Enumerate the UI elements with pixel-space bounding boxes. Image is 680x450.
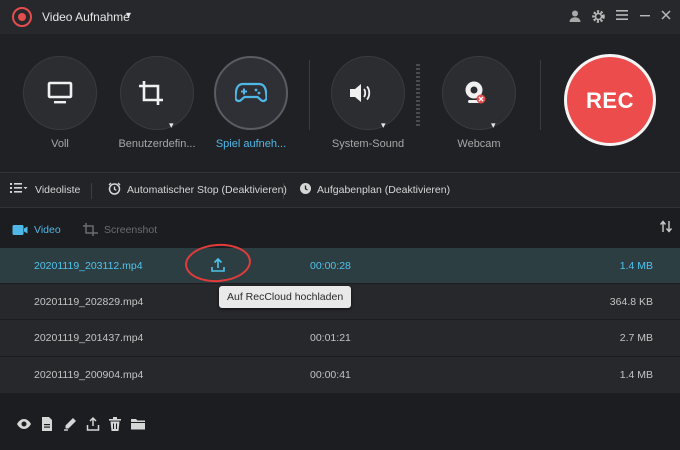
app-logo-icon [12,7,32,27]
mode-custom-button[interactable] [120,56,194,130]
mode-game-button[interactable] [214,56,288,130]
close-icon[interactable] [658,9,674,25]
gamepad-icon [235,82,267,103]
mode-label-custom: Benutzerdefin... [118,138,196,150]
sort-icon[interactable] [659,220,673,236]
app-title[interactable]: Video Aufnahme [42,10,130,24]
system-sound-button[interactable] [331,56,405,130]
folder-icon[interactable] [130,416,146,432]
tab-screenshot[interactable]: Screenshot [104,224,157,236]
toolbar: Videoliste Automatischer Stop (Deaktivie… [0,172,680,208]
system-sound-label: System-Sound [331,138,405,150]
file-duration: 00:00:41 [310,369,351,381]
alarm-clock-icon[interactable] [108,182,121,198]
auto-stop-button[interactable]: Automatischer Stop (Deaktivieren) [127,184,287,196]
list-icon[interactable] [10,182,28,197]
speaker-icon [349,84,370,102]
file-name: 20201119_201437.mp4 [34,332,144,344]
file-size: 1.4 MB [619,369,653,381]
file-name: 20201119_200904.mp4 [34,369,144,381]
divider [309,60,310,130]
divider [540,60,541,130]
divider [283,183,284,199]
rec-button[interactable]: REC [564,54,656,146]
table-row[interactable]: 20201119_201437.mp4 00:01:21 2.7 MB [0,320,680,356]
trash-icon[interactable] [107,416,123,432]
mode-label-game: Spiel aufneh... [215,138,287,150]
crop-options-caret-icon[interactable]: ▾ [169,120,174,131]
mode-label-voll: Voll [51,138,69,150]
table-row[interactable]: 20201119_203112.mp4 00:00:28 1.4 MB [0,248,680,284]
user-icon[interactable] [567,9,583,25]
title-bar: Video Aufnahme ▾ [0,0,680,34]
video-tab-icon[interactable] [12,223,28,241]
mode-fullscreen-button[interactable] [23,56,97,130]
file-size: 364.8 KB [609,296,653,308]
webcam-options-caret-icon[interactable]: ▾ [491,120,496,131]
rec-label: REC [586,88,634,113]
file-name: 20201119_203112.mp4 [34,260,143,272]
file-duration: 00:01:21 [310,332,351,344]
upload-icon[interactable] [85,416,101,432]
bottom-toolbar [0,400,680,450]
minimize-icon[interactable] [637,9,653,25]
webcam-label: Webcam [457,138,501,150]
gear-icon[interactable] [590,9,606,25]
upload-tooltip: Auf RecCloud hochladen [219,286,352,308]
chevron-down-icon[interactable]: ▾ [126,10,131,21]
tab-video[interactable]: Video [34,224,61,236]
media-tabs: Video Screenshot [0,208,680,248]
webcam-icon [465,81,486,104]
eye-icon[interactable] [16,416,32,432]
webcam-button[interactable] [442,56,516,130]
monitor-icon [47,81,73,104]
divider [91,183,92,199]
file-icon[interactable] [39,416,55,432]
edit-icon[interactable] [62,416,78,432]
clock-icon[interactable] [299,182,312,198]
screenshot-tab-icon[interactable] [83,223,99,241]
file-name: 20201119_202829.mp4 [34,296,144,308]
audio-level-meter [416,64,420,126]
schedule-button[interactable]: Aufgabenplan (Deaktivieren) [317,184,450,196]
menu-icon[interactable] [614,9,630,25]
table-row[interactable]: 20201119_200904.mp4 00:00:41 1.4 MB [0,357,680,393]
videolist-button[interactable]: Videoliste [35,184,80,196]
sound-options-caret-icon[interactable]: ▾ [381,120,386,131]
crop-icon [139,81,164,105]
file-size: 2.7 MB [619,332,653,344]
file-duration: 00:00:28 [310,260,351,272]
file-size: 1.4 MB [619,260,653,272]
